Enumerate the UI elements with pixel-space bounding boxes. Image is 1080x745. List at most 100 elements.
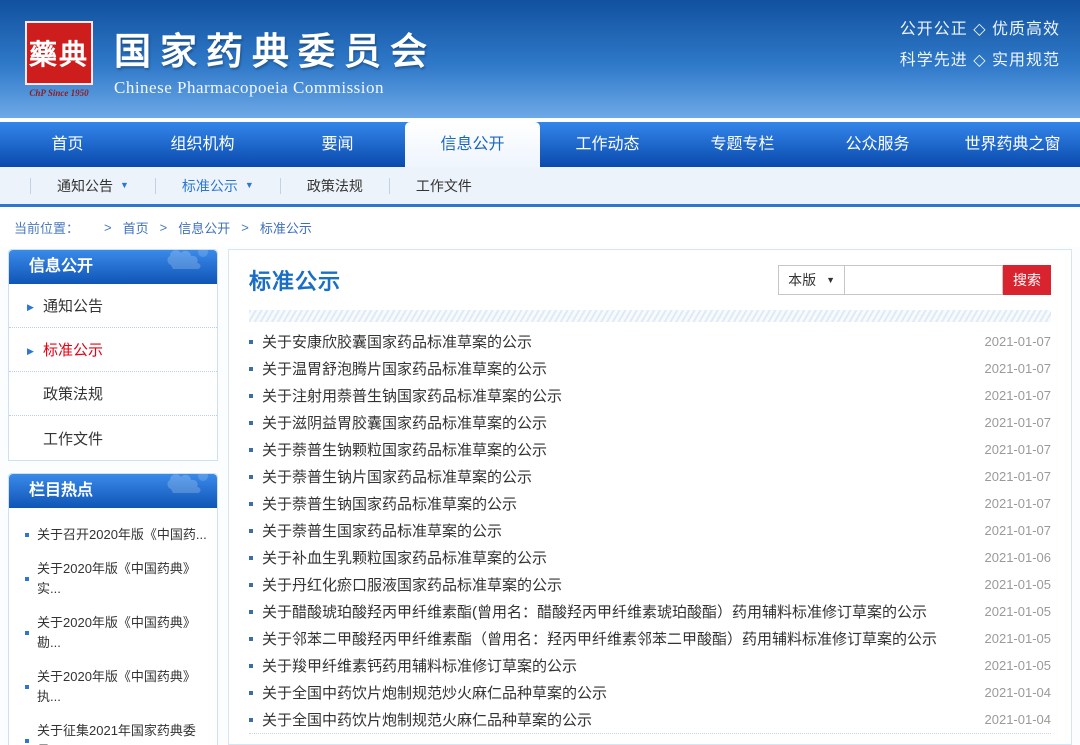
seal-tagline: ChP Since 1950 xyxy=(20,88,98,98)
announcement-date: 2021-01-07 xyxy=(973,361,1052,376)
search-button[interactable]: 搜索 xyxy=(1003,265,1051,295)
bullet-icon xyxy=(249,529,253,533)
bullet-icon xyxy=(249,421,253,425)
hot-topic-item[interactable]: 关于征集2021年国家药典委员... xyxy=(25,714,207,745)
content-area: 信息公开 ▶ 通知公告 ▶ 标准公示 xyxy=(0,247,1080,745)
arrow-right-icon: ▶ xyxy=(27,346,34,356)
hot-topic-item[interactable]: 关于2020年版《中国药典》勘... xyxy=(25,606,207,660)
announcement-date: 2021-01-07 xyxy=(973,442,1052,457)
arrow-slot: ▶ xyxy=(27,297,43,314)
hot-topic-item[interactable]: 关于2020年版《中国药典》实... xyxy=(25,552,207,606)
breadcrumb-link[interactable]: 信息公开 xyxy=(178,218,230,237)
announcement-row: 关于萘普生钠片国家药品标准草案的公示 2021-01-07 xyxy=(249,463,1051,490)
announcement-link[interactable]: 关于滋阴益胃胶囊国家药品标准草案的公示 xyxy=(262,412,547,433)
bullet-icon xyxy=(249,556,253,560)
sidebar-section-hot: 栏目热点 关于召开2020年版《中国药... 关于2020年版《中国药典》实..… xyxy=(8,473,218,745)
sidebar-menu-item[interactable]: ▶ 标准公示 xyxy=(9,328,217,372)
announcement-date: 2021-01-07 xyxy=(973,469,1052,484)
announcement-link[interactable]: 关于安康欣胶囊国家药品标准草案的公示 xyxy=(262,331,532,352)
announcement-link[interactable]: 关于萘普生钠颗粒国家药品标准草案的公示 xyxy=(262,439,547,460)
subnav-item-label: 政策法规 xyxy=(307,176,363,196)
seal-characters: 藥典 xyxy=(29,33,89,73)
announcement-link[interactable]: 关于温胃舒泡腾片国家药品标准草案的公示 xyxy=(262,358,547,379)
main-nav: 首页 组织机构 要闻 信息公开 工作动态 专题专栏 公众服务 世界药典之窗 xyxy=(0,122,1080,167)
nav-item[interactable]: 组织机构 xyxy=(135,122,270,167)
sidebar-menu-item[interactable]: ▶ 通知公告 xyxy=(9,284,217,328)
cloud-decoration-icon xyxy=(165,250,211,284)
header-slogans: 公开公正 ◇ 优质高效 科学先进 ◇ 实用规范 xyxy=(900,14,1060,76)
slogan-line-2: 科学先进 ◇ 实用规范 xyxy=(900,45,1060,76)
announcement-link[interactable]: 关于邻苯二甲酸羟丙甲纤维素酯（曾用名：羟丙甲纤维素邻苯二甲酸酯）药用辅料标准修订… xyxy=(262,628,937,649)
announcement-date: 2021-01-07 xyxy=(973,334,1052,349)
hot-topic-item[interactable]: 关于召开2020年版《中国药... xyxy=(25,518,207,552)
bullet-icon xyxy=(249,502,253,506)
nav-item[interactable]: 世界药典之窗 xyxy=(945,122,1080,167)
search-input[interactable] xyxy=(845,265,1003,295)
sidebar-menu-item-label: 工作文件 xyxy=(43,428,103,449)
sidebar-menu-item[interactable]: 政策法规 xyxy=(9,372,217,416)
nav-item[interactable]: 信息公开 xyxy=(405,122,540,167)
sidebar-menu-item[interactable]: 工作文件 xyxy=(9,416,217,460)
subnav-item[interactable]: 政策法规 xyxy=(280,178,389,194)
announcement-link[interactable]: 关于萘普生国家药品标准草案的公示 xyxy=(262,520,502,541)
nav-item[interactable]: 首页 xyxy=(0,122,135,167)
announcement-link[interactable]: 关于萘普生钠片国家药品标准草案的公示 xyxy=(262,466,532,487)
announcement-link[interactable]: 关于丹红化瘀口服液国家药品标准草案的公示 xyxy=(262,574,562,595)
breadcrumb-item: > 信息公开 xyxy=(149,218,231,237)
subnav-item-label: 通知公告 xyxy=(57,176,113,196)
site-logo[interactable]: 藥典 ChP Since 1950 xyxy=(20,21,98,98)
arrow-slot: ▶ xyxy=(27,341,43,358)
breadcrumb-separator: > xyxy=(104,220,112,235)
hot-topic-item[interactable]: 关于2020年版《中国药典》执... xyxy=(25,660,207,714)
announcement-link[interactable]: 关于萘普生钠国家药品标准草案的公示 xyxy=(262,493,517,514)
sidebar: 信息公开 ▶ 通知公告 ▶ 标准公示 xyxy=(8,249,218,745)
sidebar-menu-item-label: 通知公告 xyxy=(43,295,103,316)
nav-item[interactable]: 专题专栏 xyxy=(675,122,810,167)
announcement-link[interactable]: 关于补血生乳颗粒国家药品标准草案的公示 xyxy=(262,547,547,568)
breadcrumb-link[interactable]: 标准公示 xyxy=(260,218,312,237)
sidebar-menu-item-label: 标准公示 xyxy=(43,339,103,360)
nav-item[interactable]: 工作动态 xyxy=(540,122,675,167)
subnav-item[interactable]: 通知公告 ▼ xyxy=(30,178,155,194)
bullet-icon xyxy=(249,718,253,722)
subnav-item-label: 标准公示 xyxy=(182,176,238,196)
announcement-row: 关于丹红化瘀口服液国家药品标准草案的公示 2021-01-05 xyxy=(249,571,1051,598)
announcement-link[interactable]: 关于羧甲纤维素钙药用辅料标准修订草案的公示 xyxy=(262,655,577,676)
bullet-icon xyxy=(249,475,253,479)
announcement-row: 关于安康欣胶囊国家药品标准草案的公示 2021-01-07 xyxy=(249,328,1051,355)
announcement-link[interactable]: 关于全国中药饮片炮制规范炒火麻仁品种草案的公示 xyxy=(262,682,607,703)
nav-item[interactable]: 要闻 xyxy=(270,122,405,167)
sidebar-section-info-header: 信息公开 xyxy=(9,250,217,284)
search-scope-select[interactable]: 本版 ▼ xyxy=(778,265,845,295)
announcement-date: 2021-01-06 xyxy=(973,550,1052,565)
announcement-date: 2021-01-05 xyxy=(973,631,1052,646)
announcement-row: 关于邻苯二甲酸羟丙甲纤维素酯（曾用名：羟丙甲纤维素邻苯二甲酸酯）药用辅料标准修订… xyxy=(249,625,1051,652)
breadcrumb-link[interactable]: 首页 xyxy=(123,218,149,237)
announcement-date: 2021-01-07 xyxy=(973,388,1052,403)
sidebar-section-hot-header: 栏目热点 xyxy=(9,474,217,508)
announcement-link[interactable]: 关于醋酸琥珀酸羟丙甲纤维素酯(曾用名：醋酸羟丙甲纤维素琥珀酸酯）药用辅料标准修订… xyxy=(262,601,927,622)
chevron-down-icon: ▼ xyxy=(120,181,129,190)
announcement-date: 2021-01-05 xyxy=(973,604,1052,619)
site-header: 藥典 ChP Since 1950 国家药典委员会 Chinese Pharma… xyxy=(0,0,1080,118)
announcement-date: 2021-01-07 xyxy=(973,415,1052,430)
sidebar-section-hot-title: 栏目热点 xyxy=(29,482,93,499)
breadcrumb-separator: > xyxy=(160,220,168,235)
page-title: 标准公示 xyxy=(249,264,341,296)
subnav-item[interactable]: 标准公示 ▼ xyxy=(155,178,280,194)
announcement-link[interactable]: 关于注射用萘普生钠国家药品标准草案的公示 xyxy=(262,385,562,406)
breadcrumb-separator: > xyxy=(241,220,249,235)
sidebar-menu-item-label: 政策法规 xyxy=(43,383,103,404)
bullet-icon xyxy=(249,637,253,641)
arrow-right-icon: ▶ xyxy=(27,302,34,312)
slogan-line-1: 公开公正 ◇ 优质高效 xyxy=(900,14,1060,45)
announcement-link[interactable]: 关于全国中药饮片炮制规范火麻仁品种草案的公示 xyxy=(262,709,592,730)
breadcrumb-item: > 首页 xyxy=(93,218,149,237)
subnav-item[interactable]: 工作文件 xyxy=(389,178,498,194)
pharmacopoeia-seal-icon: 藥典 xyxy=(25,21,93,85)
nav-item[interactable]: 公众服务 xyxy=(810,122,945,167)
bullet-icon xyxy=(249,691,253,695)
announcement-row: 关于羧甲纤维素钙药用辅料标准修订草案的公示 2021-01-05 xyxy=(249,652,1051,679)
announcement-row: 关于全国中药饮片炮制规范火麻仁品种草案的公示 2021-01-04 xyxy=(249,706,1051,733)
announcement-row: 关于注射用萘普生钠国家药品标准草案的公示 2021-01-07 xyxy=(249,382,1051,409)
